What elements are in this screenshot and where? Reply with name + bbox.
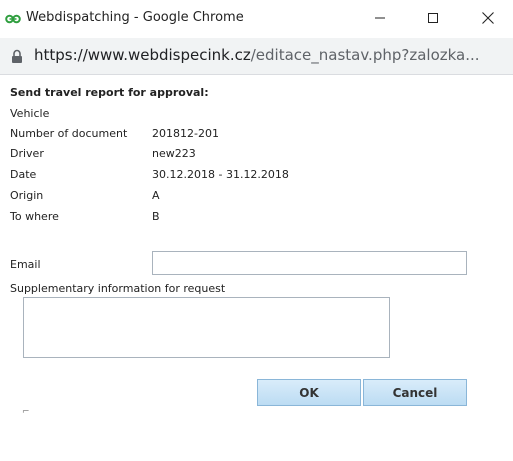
document-number-label: Number of document [10,127,128,140]
cancel-button[interactable]: Cancel [363,379,467,406]
browser-window: Webdispatching - Google Chrome https://w… [0,0,513,461]
url-text[interactable]: https://www.webdispecink.cz/editace_nast… [34,46,504,64]
driver-label: Driver [10,147,44,160]
close-icon [482,12,494,24]
minimize-button[interactable] [357,0,403,36]
window-title: Webdispatching - Google Chrome [26,10,244,25]
maximize-icon [428,13,438,23]
driver-value: new223 [152,147,196,160]
supplementary-info-label: Supplementary information for request [10,282,226,295]
destination-label: To where [10,210,59,223]
close-button[interactable] [465,0,511,36]
origin-value: A [152,189,160,202]
url-origin: https://www.webdispecink.cz [34,46,251,64]
minimize-icon [375,17,385,19]
vehicle-label: Vehicle [10,107,50,120]
destination-value: B [152,210,160,223]
origin-label: Origin [10,189,44,202]
dialog-content: Send travel report for approval: Vehicle… [0,75,513,461]
lock-icon [12,49,22,63]
maximize-button[interactable] [410,0,456,36]
ok-button[interactable]: OK [257,379,361,406]
address-bar[interactable]: https://www.webdispecink.cz/editace_nast… [0,38,513,75]
title-bar[interactable]: Webdispatching - Google Chrome [0,0,513,38]
webdispatching-logo-icon [5,14,21,24]
email-label: Email [10,258,41,271]
url-path: /editace_nastav.php?zalozka... [250,46,480,64]
dialog-heading: Send travel report for approval: [10,86,209,99]
document-number-value: 201812-201 [152,127,219,140]
date-value: 30.12.2018 - 31.12.2018 [152,168,289,181]
corner-mark: ⌐ [22,407,30,417]
supplementary-info-textarea[interactable] [23,297,390,358]
date-label: Date [10,168,37,181]
email-input[interactable] [152,251,467,275]
